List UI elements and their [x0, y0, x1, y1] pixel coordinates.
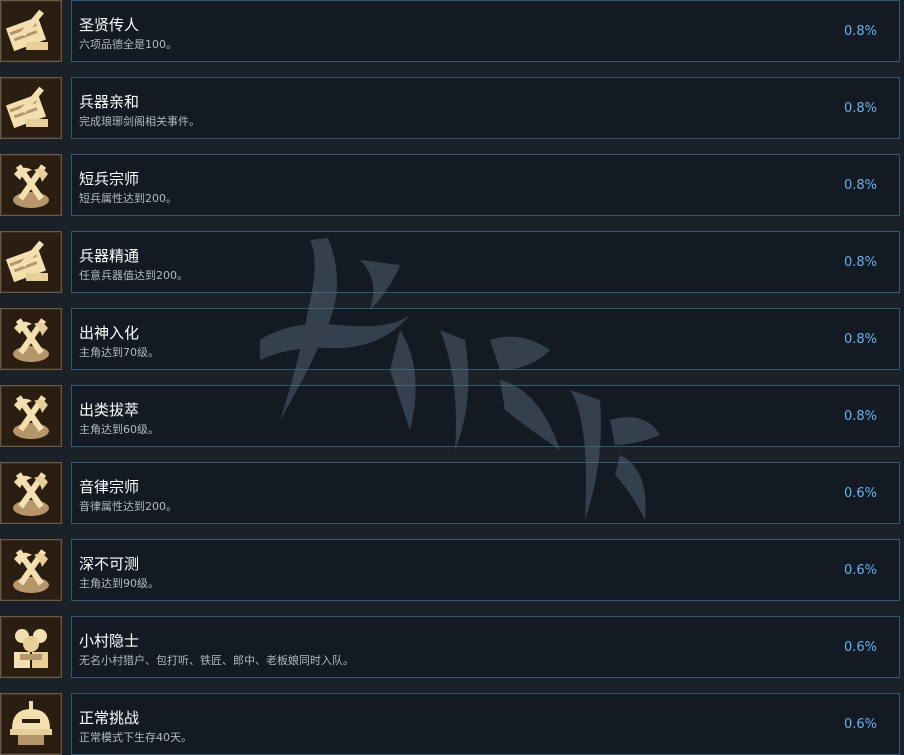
achievement-row[interactable]: 深不可测 主角达到90级。 0.6%	[0, 539, 904, 601]
scroll-brush-icon	[0, 231, 62, 293]
achievement-description: 六项品德全是100。	[79, 38, 177, 51]
achievement-description: 短兵属性达到200。	[79, 192, 177, 205]
achievement-row[interactable]: 音律宗师 音律属性达到200。 0.6%	[0, 462, 904, 524]
achievement-description: 无名小村猎户、包打听、铁匠、郎中、老板娘同时入队。	[79, 654, 354, 667]
crossed-weapons-icon	[0, 539, 62, 601]
achievement-unlock-percent: 0.6%	[843, 640, 877, 655]
achievement-description: 完成琅琊剑阁相关事件。	[79, 115, 200, 128]
achievement-panel: 音律宗师 音律属性达到200。 0.6%	[71, 462, 900, 524]
achievement-title: 出类拔萃	[79, 401, 140, 419]
villagers-icon	[0, 616, 62, 678]
achievement-unlock-percent: 0.8%	[843, 409, 877, 424]
achievement-unlock-percent: 0.8%	[843, 24, 877, 39]
achievement-title: 音律宗师	[79, 478, 140, 496]
achievement-panel: 短兵宗师 短兵属性达到200。 0.8%	[71, 154, 900, 216]
crossed-weapons-icon	[0, 308, 62, 370]
achievement-panel: 兵器精通 任意兵器值达到200。 0.8%	[71, 231, 900, 293]
achievement-description: 正常模式下生存40天。	[79, 731, 192, 744]
scroll-brush-icon	[0, 77, 62, 139]
achievement-row[interactable]: 小村隐士 无名小村猎户、包打听、铁匠、郎中、老板娘同时入队。 0.6%	[0, 616, 904, 678]
achievement-panel: 深不可测 主角达到90级。 0.6%	[71, 539, 900, 601]
scroll-brush-icon	[0, 0, 62, 62]
achievement-title: 小村隐士	[79, 632, 140, 650]
achievement-panel: 小村隐士 无名小村猎户、包打听、铁匠、郎中、老板娘同时入队。 0.6%	[71, 616, 900, 678]
achievement-title: 深不可测	[79, 555, 140, 573]
achievement-row[interactable]: 兵器亲和 完成琅琊剑阁相关事件。 0.8%	[0, 77, 904, 139]
achievement-description: 主角达到60级。	[79, 423, 159, 436]
achievement-panel: 圣贤传人 六项品德全是100。 0.8%	[71, 0, 900, 62]
achievement-description: 主角达到70级。	[79, 346, 159, 359]
helmet-icon	[0, 693, 62, 755]
achievement-panel: 出神入化 主角达到70级。 0.8%	[71, 308, 900, 370]
achievement-unlock-percent: 0.6%	[843, 717, 877, 732]
achievement-title: 圣贤传人	[79, 16, 140, 34]
achievement-title: 短兵宗师	[79, 170, 140, 188]
crossed-weapons-icon	[0, 154, 62, 216]
achievement-unlock-percent: 0.6%	[843, 563, 877, 578]
achievement-unlock-percent: 0.8%	[843, 178, 877, 193]
achievement-title: 兵器亲和	[79, 93, 140, 111]
achievement-description: 任意兵器值达到200。	[79, 269, 188, 282]
achievement-unlock-percent: 0.6%	[843, 486, 877, 501]
achievement-panel: 出类拔萃 主角达到60级。 0.8%	[71, 385, 900, 447]
achievement-unlock-percent: 0.8%	[843, 101, 877, 116]
achievement-title: 出神入化	[79, 324, 140, 342]
achievement-list: 圣贤传人 六项品德全是100。 0.8% 兵器亲和 完成琅琊剑阁相关事件。 0.…	[0, 0, 904, 755]
achievement-row[interactable]: 短兵宗师 短兵属性达到200。 0.8%	[0, 154, 904, 216]
achievement-panel: 兵器亲和 完成琅琊剑阁相关事件。 0.8%	[71, 77, 900, 139]
achievement-panel: 正常挑战 正常模式下生存40天。 0.6%	[71, 693, 900, 755]
achievement-description: 音律属性达到200。	[79, 500, 177, 513]
achievement-unlock-percent: 0.8%	[843, 255, 877, 270]
achievement-description: 主角达到90级。	[79, 577, 159, 590]
achievement-title: 正常挑战	[79, 709, 140, 727]
achievement-row[interactable]: 出类拔萃 主角达到60级。 0.8%	[0, 385, 904, 447]
crossed-weapons-icon	[0, 462, 62, 524]
achievement-row[interactable]: 圣贤传人 六项品德全是100。 0.8%	[0, 0, 904, 62]
achievement-row[interactable]: 出神入化 主角达到70级。 0.8%	[0, 308, 904, 370]
achievement-unlock-percent: 0.8%	[843, 332, 877, 347]
achievement-title: 兵器精通	[79, 247, 140, 265]
crossed-weapons-icon	[0, 385, 62, 447]
achievement-row[interactable]: 兵器精通 任意兵器值达到200。 0.8%	[0, 231, 904, 293]
achievement-row[interactable]: 正常挑战 正常模式下生存40天。 0.6%	[0, 693, 904, 755]
